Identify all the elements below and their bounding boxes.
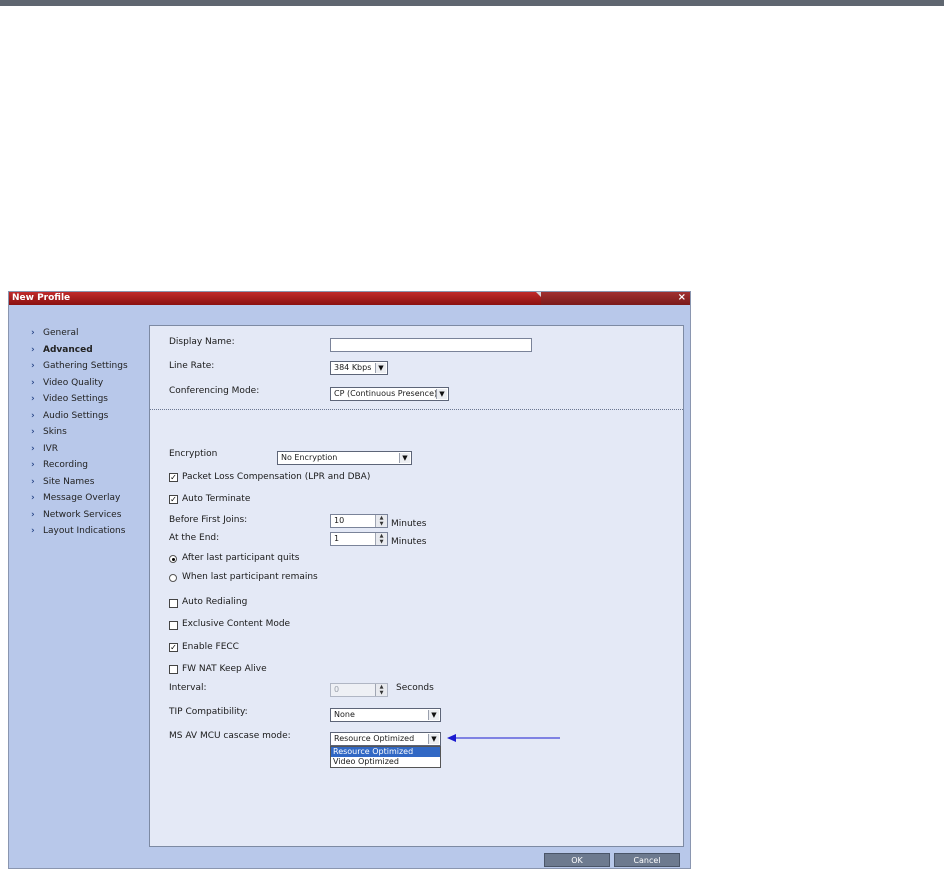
minutes-unit: Minutes: [391, 537, 427, 547]
encryption-select[interactable]: No Encryption ▼: [277, 451, 412, 465]
chevron-right-icon: ›: [31, 460, 35, 470]
close-icon[interactable]: ×: [678, 292, 686, 303]
auto-terminate-label: Auto Terminate: [182, 494, 251, 504]
auto-redialing-checkbox[interactable]: [169, 599, 178, 608]
line-rate-select[interactable]: 384 Kbps ▼: [330, 361, 388, 375]
spin-down-icon[interactable]: ▼: [376, 539, 387, 545]
exclusive-content-label: Exclusive Content Mode: [182, 619, 291, 629]
ms-av-label: MS AV MCU cascase mode:: [169, 731, 291, 741]
enable-fecc-label: Enable FECC: [182, 642, 239, 652]
dropdown-arrow-icon: ▼: [428, 734, 439, 744]
chevron-right-icon: ›: [31, 493, 35, 503]
chevron-right-icon: ›: [31, 443, 35, 454]
conferencing-mode-select[interactable]: CP (Continuous Presence) ▼: [330, 387, 449, 401]
ok-button[interactable]: OK: [544, 853, 610, 867]
annotation-arrow: [447, 734, 560, 742]
chevron-right-icon: ›: [31, 394, 35, 404]
title-tab: [9, 292, 541, 305]
sidebar-item-video-settings[interactable]: › Video Settings: [27, 394, 152, 411]
sidebar-item-site-names[interactable]: › Site Names: [27, 477, 152, 494]
auto-terminate-checkbox[interactable]: ✓: [169, 495, 178, 504]
chevron-right-icon: ›: [31, 427, 35, 437]
minutes-unit: Minutes: [391, 519, 427, 529]
sidebar-item-advanced[interactable]: › Advanced: [27, 345, 152, 362]
at-the-end-label: At the End:: [169, 533, 220, 543]
chevron-right-icon: ›: [31, 526, 35, 536]
top-bar: [0, 0, 944, 6]
dropdown-arrow-icon: ▼: [428, 710, 439, 720]
option-resource-optimized[interactable]: Resource Optimized: [331, 747, 440, 757]
ms-av-select[interactable]: Resource Optimized ▼: [330, 732, 441, 746]
line-rate-label: Line Rate:: [169, 361, 215, 371]
spin-down-icon: ▼: [379, 690, 384, 696]
chevron-right-icon: ›: [31, 344, 35, 355]
sidebar-item-ivr[interactable]: › IVR: [27, 444, 152, 461]
title-bar: New Profile ×: [9, 292, 690, 305]
option-video-optimized[interactable]: Video Optimized: [331, 757, 440, 767]
interval-spinner: 0 ▲ ▼: [330, 683, 388, 697]
sidebar-item-audio-settings[interactable]: › Audio Settings: [27, 411, 152, 428]
settings-panel: Display Name: Line Rate: 384 Kbps ▼ Confe…: [149, 325, 684, 847]
new-profile-dialog: New Profile × › General › Advanced › Gather…: [8, 291, 691, 869]
annotation-arrow-head: [447, 734, 456, 742]
sidebar-item-message-overlay[interactable]: › Message Overlay: [27, 493, 152, 510]
after-last-quits-radio[interactable]: [169, 555, 177, 563]
chevron-right-icon: ›: [31, 410, 35, 421]
ms-av-options-list: Resource Optimized Video Optimized: [330, 746, 441, 768]
sidebar-item-skins[interactable]: › Skins: [27, 427, 152, 444]
sidebar-item-recording[interactable]: › Recording: [27, 460, 152, 477]
when-last-remains-label: When last participant remains: [182, 572, 318, 582]
display-name-input[interactable]: [330, 338, 532, 352]
tip-compat-label: TIP Compatibility:: [169, 707, 248, 717]
packet-loss-checkbox[interactable]: ✓: [169, 473, 178, 482]
interval-label: Interval:: [169, 683, 207, 693]
encryption-label: Encryption: [169, 449, 218, 459]
tip-compat-select[interactable]: None ▼: [330, 708, 441, 722]
exclusive-content-checkbox[interactable]: [169, 621, 178, 630]
conferencing-mode-label: Conferencing Mode:: [169, 386, 260, 396]
chevron-right-icon: ›: [31, 476, 35, 487]
section-divider: [150, 409, 683, 410]
when-last-remains-radio[interactable]: [169, 574, 177, 582]
seconds-unit: Seconds: [396, 683, 434, 693]
after-last-quits-label: After last participant quits: [182, 553, 300, 563]
chevron-right-icon: ›: [31, 377, 35, 388]
cancel-button[interactable]: Cancel: [614, 853, 680, 867]
sidebar-nav: › General › Advanced › Gathering Settings ›…: [27, 328, 152, 543]
auto-redialing-label: Auto Redialing: [182, 597, 248, 607]
packet-loss-label: Packet Loss Compensation (LPR and DBA): [182, 472, 371, 482]
fw-nat-label: FW NAT Keep Alive: [182, 664, 267, 674]
dropdown-arrow-icon: ▼: [399, 453, 410, 463]
sidebar-item-video-quality[interactable]: › Video Quality: [27, 378, 152, 395]
enable-fecc-checkbox[interactable]: ✓: [169, 643, 178, 652]
spin-down-icon[interactable]: ▼: [376, 521, 387, 527]
dropdown-arrow-icon: ▼: [375, 363, 386, 373]
dropdown-arrow-icon: ▼: [436, 389, 447, 399]
before-first-joins-spinner[interactable]: 10 ▲ ▼: [330, 514, 388, 528]
display-name-label: Display Name:: [169, 337, 235, 347]
chevron-right-icon: ›: [31, 509, 35, 520]
dialog-title: New Profile: [12, 293, 71, 303]
before-first-joins-label: Before First Joins:: [169, 515, 248, 525]
at-the-end-spinner[interactable]: 1 ▲ ▼: [330, 532, 388, 546]
chevron-right-icon: ›: [31, 328, 35, 338]
sidebar-item-layout-indications[interactable]: › Layout Indications: [27, 526, 152, 543]
sidebar-item-gathering-settings[interactable]: › Gathering Settings: [27, 361, 152, 378]
fw-nat-checkbox[interactable]: [169, 665, 178, 674]
sidebar-item-general[interactable]: › General: [27, 328, 152, 345]
sidebar-item-network-services[interactable]: › Network Services: [27, 510, 152, 527]
chevron-right-icon: ›: [31, 361, 35, 371]
